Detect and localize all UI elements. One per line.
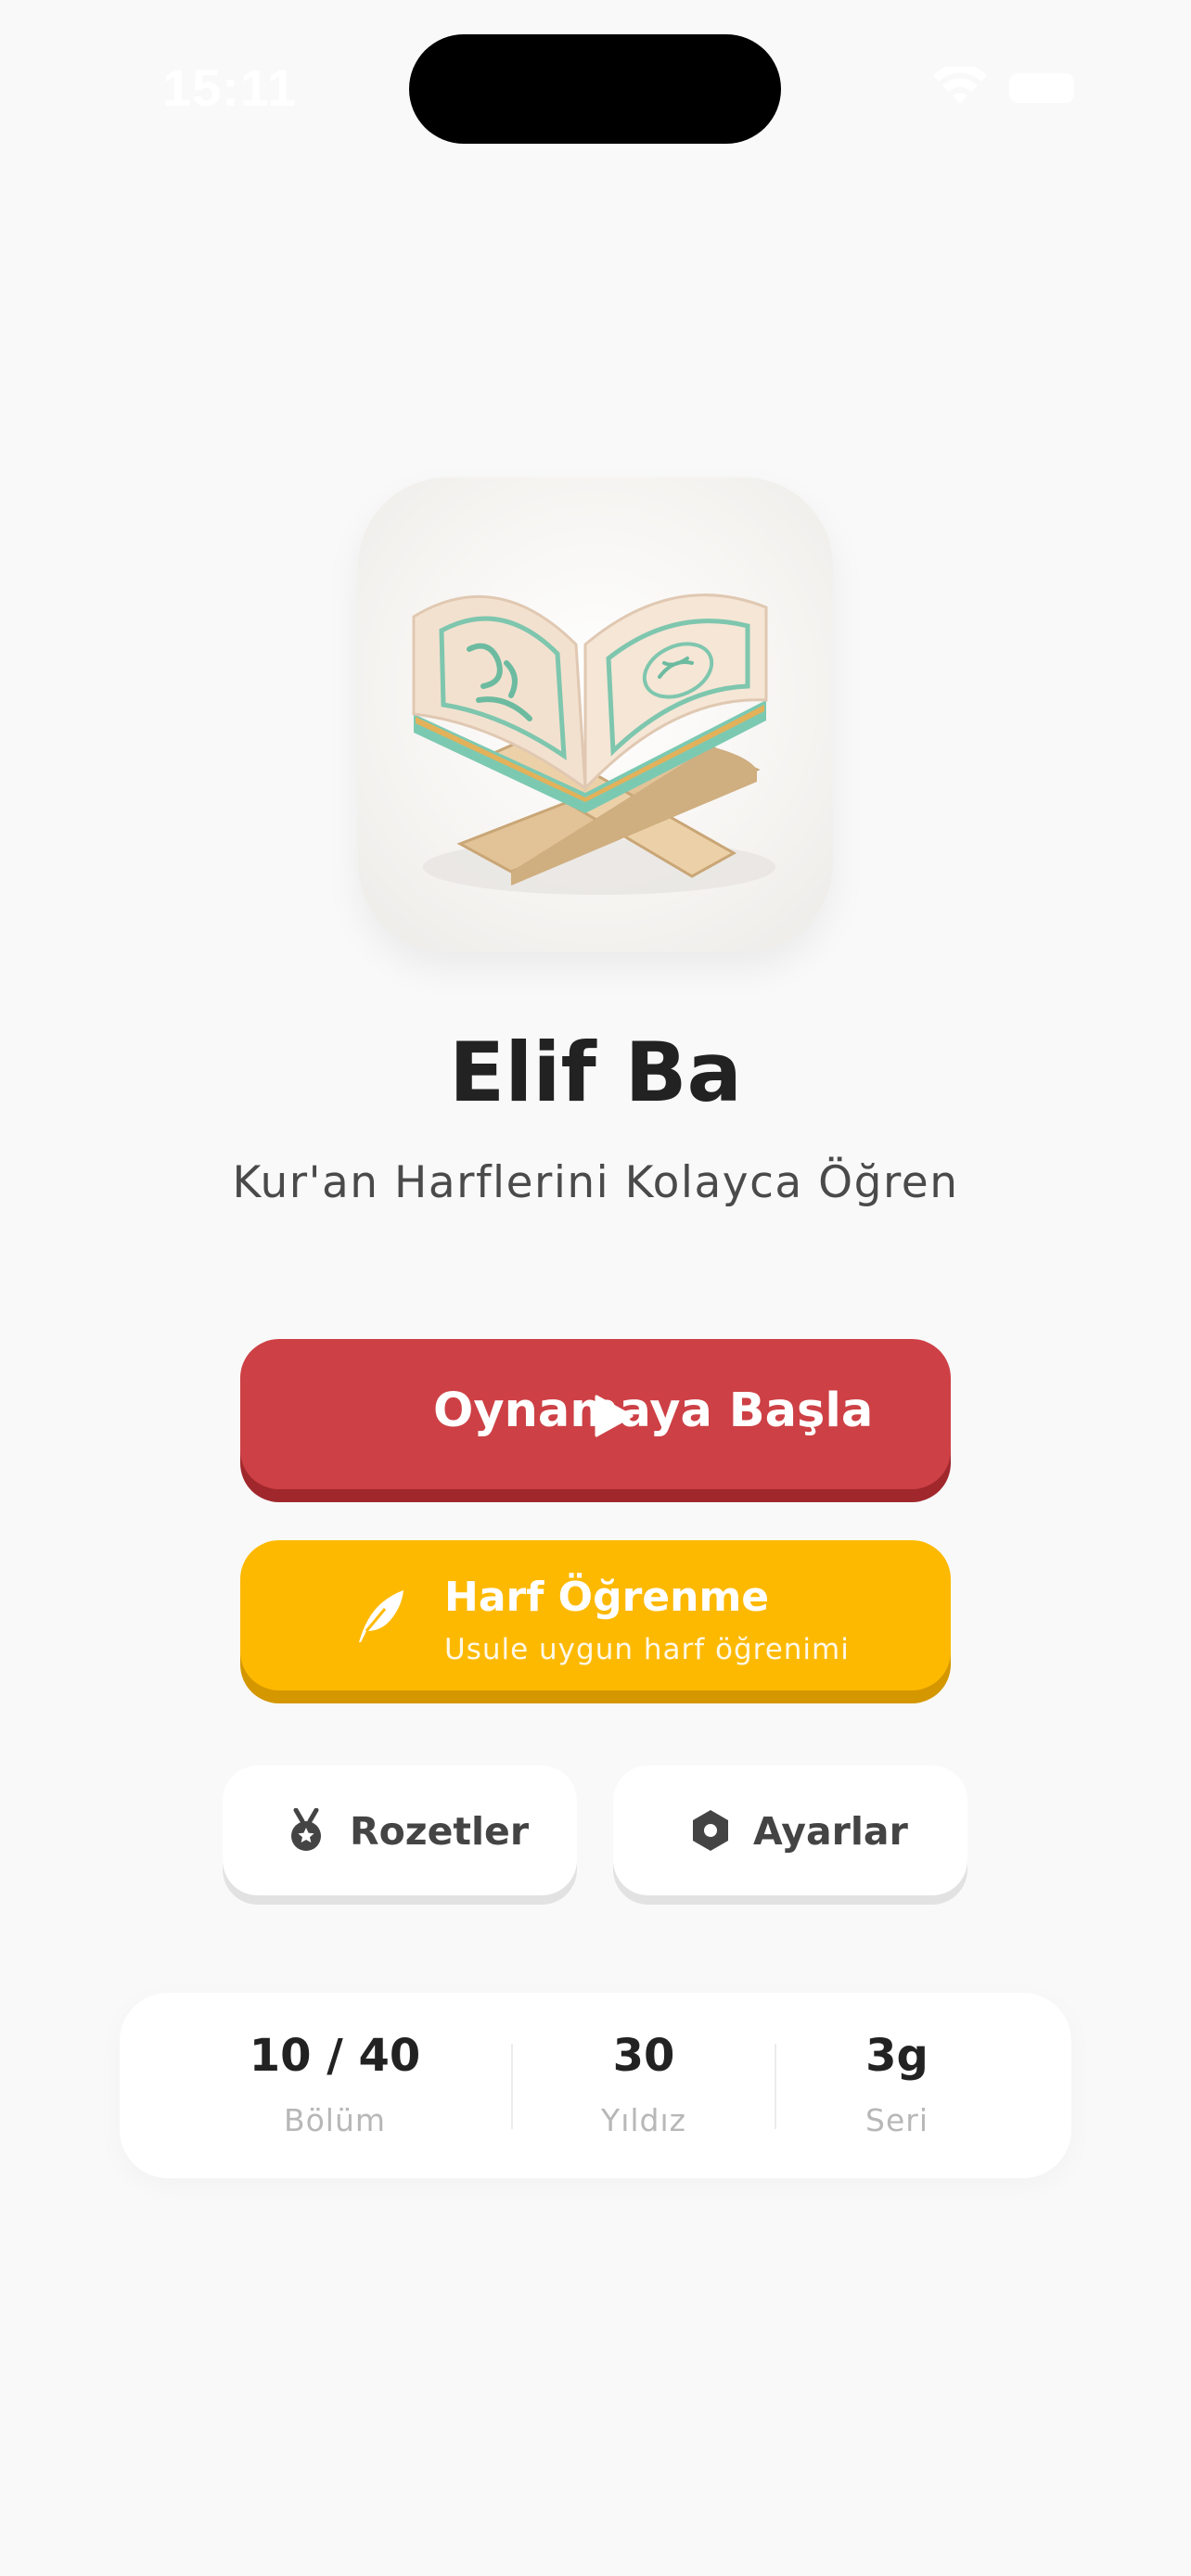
letter-learning-label: Harf Öğrenme xyxy=(444,1574,770,1621)
stat-stars-caption: Yıldız xyxy=(601,2102,686,2138)
stat-chapters-value: 10 / 40 xyxy=(249,2030,421,2082)
badges-label: Rozetler xyxy=(350,1809,530,1854)
start-playing-label: Oynamaya Başla xyxy=(433,1384,874,1438)
app-subtitle: Kur'an Harflerini Kolayca Öğren xyxy=(232,1157,959,1208)
status-time: 15:11 xyxy=(162,58,298,117)
battery-icon xyxy=(1009,73,1074,103)
app-title: Elif Ba xyxy=(449,1025,742,1120)
hexagon-settings-icon xyxy=(693,1810,728,1851)
medal-icon xyxy=(291,1808,321,1851)
settings-label: Ayarlar xyxy=(753,1809,908,1854)
stats-card: 10 / 40 Bölüm 30 Yıldız 3g Seri xyxy=(120,1993,1071,2178)
dynamic-island xyxy=(409,34,781,144)
letter-learning-sublabel: Usule uygun harf öğrenimi xyxy=(444,1633,850,1666)
stat-chapters: 10 / 40 Bölüm xyxy=(203,1993,467,2178)
app-logo xyxy=(358,478,833,952)
settings-button[interactable]: Ayarlar xyxy=(613,1766,967,1895)
status-bar: 15:11 xyxy=(0,0,1191,176)
stat-streak: 3g Seri xyxy=(776,1993,1018,2178)
quran-on-stand-icon xyxy=(412,593,775,895)
stat-stars: 30 Yıldız xyxy=(513,1993,775,2178)
letter-learning-button[interactable]: Harf Öğrenme Usule uygun harf öğrenimi xyxy=(240,1540,951,1690)
stat-streak-value: 3g xyxy=(865,2030,928,2082)
stat-stars-value: 30 xyxy=(612,2030,675,2082)
start-playing-button[interactable]: Oynamaya Başla xyxy=(240,1339,951,1489)
feather-icon xyxy=(359,1590,403,1642)
badges-button[interactable]: Rozetler xyxy=(223,1766,577,1895)
stat-streak-caption: Seri xyxy=(865,2102,928,2138)
stat-chapters-caption: Bölüm xyxy=(283,2102,387,2138)
wifi-icon xyxy=(933,67,987,104)
